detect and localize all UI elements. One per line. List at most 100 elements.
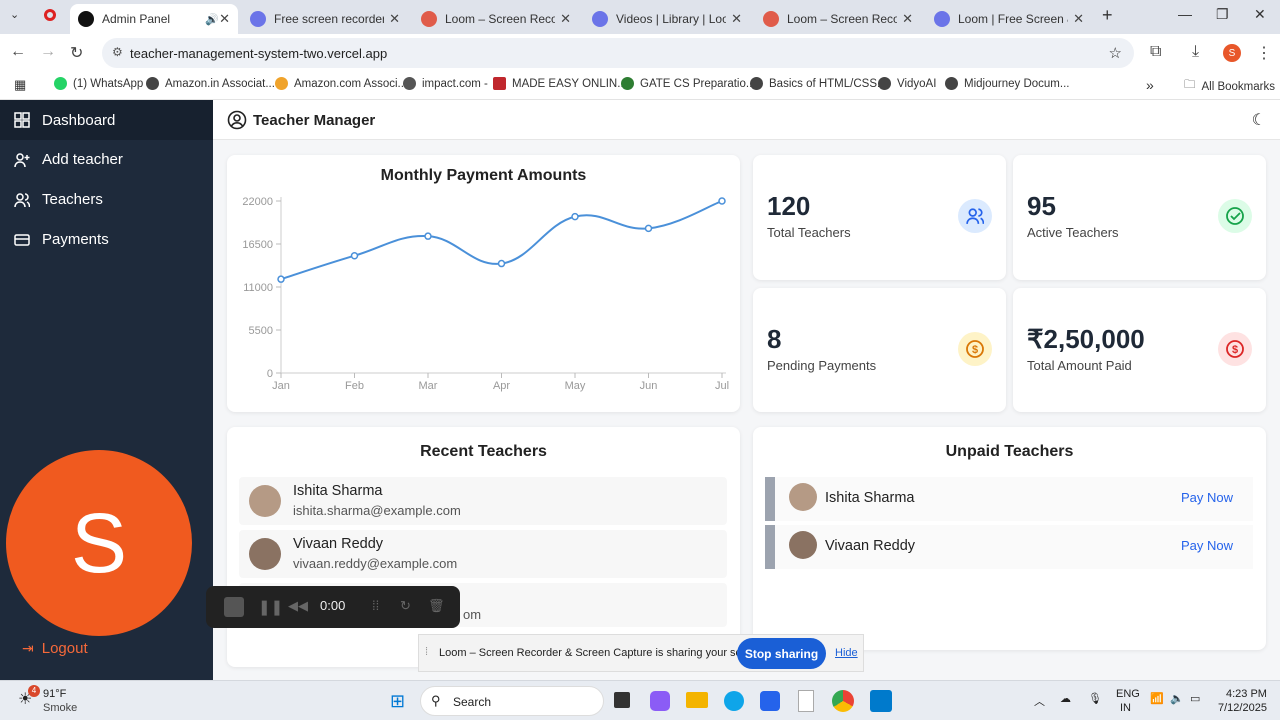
tab-close-icon[interactable]: ✕ xyxy=(1073,11,1084,27)
copilot-icon[interactable] xyxy=(650,691,670,711)
tab-close-icon[interactable]: ✕ xyxy=(902,11,913,27)
new-tab-icon[interactable]: + xyxy=(1102,5,1113,26)
tab-loom-5[interactable]: Loom | Free Screen & Vide ✕ xyxy=(926,4,1092,34)
bookmark-gate-cs[interactable]: GATE CS Preparatio... xyxy=(621,77,755,90)
folder-icon: 🗀 xyxy=(1184,79,1196,91)
payment-line-chart: 0 5500 11000 16500 22000 Jan Feb Mar Apr May Jun Ju… xyxy=(242,196,729,392)
chrome-icon[interactable] xyxy=(832,690,854,712)
audio-icon[interactable]: 🔊 xyxy=(205,13,219,26)
data-point xyxy=(424,232,432,240)
url-field[interactable]: ⚙ teacher-management-system-two.vercel.a… xyxy=(102,38,1134,68)
task-view-icon[interactable] xyxy=(614,692,630,708)
restart-icon[interactable]: ↻ xyxy=(400,598,411,614)
top-bar: Teacher Manager ☾ xyxy=(213,100,1280,140)
notification-badge: 4 xyxy=(28,685,40,697)
list-item[interactable]: Ishita Sharma ishita.sharma@example.com xyxy=(239,477,727,525)
language-primary[interactable]: ENG xyxy=(1116,688,1140,700)
tab-admin-panel[interactable]: Admin Panel 🔊 ✕ xyxy=(70,4,238,34)
pause-icon[interactable]: ❚❚ xyxy=(258,598,283,616)
extensions-icon[interactable]: ⧉ xyxy=(1150,43,1161,61)
tab-favicon-icon xyxy=(592,11,608,27)
clock-time[interactable]: 4:23 PM xyxy=(1226,688,1267,700)
recent-teachers-card: Recent Teachers Ishita Sharma ishita.sha… xyxy=(227,427,740,667)
stop-record-icon[interactable] xyxy=(224,597,244,617)
document-icon[interactable] xyxy=(798,690,814,712)
browser-menu-icon[interactable]: ⋮ xyxy=(1256,43,1272,63)
store-icon[interactable] xyxy=(760,691,780,711)
bookmark-vidyoai[interactable]: VidyoAI xyxy=(878,77,936,90)
bookmark-made-easy[interactable]: MADE EASY ONLIN... xyxy=(493,77,627,90)
cloud-icon[interactable]: ☁ xyxy=(1060,692,1071,705)
window-close-icon[interactable]: ✕ xyxy=(1254,6,1266,23)
gate-icon xyxy=(621,77,634,90)
search-label: Search xyxy=(453,695,492,709)
logout-button[interactable]: ⇥ Logout xyxy=(22,640,88,657)
battery-icon[interactable]: ▭ xyxy=(1190,692,1200,705)
bookmark-impact[interactable]: impact.com - xyxy=(403,77,488,90)
tab-loom-3[interactable]: Videos | Library | Loom ✕ xyxy=(584,4,750,34)
bookmark-whatsapp[interactable]: (1) WhatsApp xyxy=(54,77,143,90)
rewind-icon[interactable]: ◀◀ xyxy=(288,598,308,614)
sidebar-item-add-teacher[interactable]: Add teacher xyxy=(14,151,123,168)
tab-close-icon[interactable]: ✕ xyxy=(560,11,571,27)
tab-search-icon[interactable]: ⌄ xyxy=(10,8,19,21)
share-message: Loom – Screen Recorder & Screen Capture … xyxy=(439,647,767,659)
list-item[interactable]: Vivaan Reddy vivaan.reddy@example.com xyxy=(239,530,727,578)
taskbar-search[interactable]: ⚲ Search xyxy=(420,686,604,716)
reload-icon[interactable]: ↻ xyxy=(70,43,83,63)
vscode-icon[interactable] xyxy=(870,690,892,712)
stop-sharing-button[interactable]: Stop sharing xyxy=(737,638,826,669)
data-point xyxy=(718,197,726,205)
clock-date[interactable]: 7/12/2025 xyxy=(1218,702,1267,714)
bookmark-amazon-com[interactable]: Amazon.com Associ... xyxy=(275,77,407,90)
apps-grid-icon[interactable]: ▦ xyxy=(14,77,26,93)
y-tick-label: 11000 xyxy=(243,282,273,294)
bookmark-amazon-in[interactable]: Amazon.in Associat... xyxy=(146,77,275,90)
profile-avatar[interactable]: S xyxy=(1223,44,1241,62)
unpaid-teachers-card: Unpaid Teachers Ishita Sharma Pay Now Vi… xyxy=(753,427,1266,650)
bookmark-midjourney[interactable]: Midjourney Docum... xyxy=(945,77,1069,90)
hide-button[interactable]: Hide xyxy=(835,647,858,659)
bookmarks-overflow-icon[interactable]: » xyxy=(1146,77,1154,93)
dark-mode-toggle-icon[interactable]: ☾ xyxy=(1252,110,1266,130)
sidebar-item-teachers[interactable]: Teachers xyxy=(14,191,103,208)
tab-close-icon[interactable]: ✕ xyxy=(731,11,742,27)
sidebar-item-payments[interactable]: Payments xyxy=(14,231,109,248)
all-bookmarks[interactable]: 🗀 All Bookmarks xyxy=(1184,77,1275,96)
forward-icon[interactable]: → xyxy=(40,43,56,61)
downloads-icon[interactable]: ⤓ xyxy=(1192,43,1199,61)
restore-icon[interactable]: ❐ xyxy=(1216,6,1229,23)
site-info-icon[interactable]: ⚙ xyxy=(112,45,123,59)
drag-handle-icon[interactable]: ⁞ xyxy=(425,646,428,658)
microphone-icon[interactable]: 🎙 xyxy=(1088,692,1102,705)
trash-icon[interactable]: 🗑 xyxy=(428,598,445,614)
bookmark-star-icon[interactable]: ☆ xyxy=(1109,44,1122,62)
recording-indicator-icon[interactable] xyxy=(44,9,56,21)
users-icon xyxy=(14,192,30,207)
tray-chevron-icon[interactable]: ︿ xyxy=(1034,693,1045,709)
tab-close-icon[interactable]: ✕ xyxy=(219,11,230,27)
pay-now-button[interactable]: Pay Now xyxy=(1181,490,1233,505)
minimize-icon[interactable]: — xyxy=(1178,6,1192,22)
tab-loom-2[interactable]: Loom – Screen Recorder & S ✕ xyxy=(413,4,579,34)
windows-start-icon[interactable]: ⊞ xyxy=(390,691,405,712)
bookmark-label: Basics of HTML/CSS... xyxy=(769,77,887,90)
sidebar-item-dashboard[interactable]: Dashboard xyxy=(0,100,213,140)
sidebar-item-label: Dashboard xyxy=(42,111,116,129)
file-explorer-icon[interactable] xyxy=(686,692,708,708)
pay-now-button[interactable]: Pay Now xyxy=(1181,538,1233,553)
user-avatar[interactable]: S xyxy=(6,450,192,636)
tab-close-icon[interactable]: ✕ xyxy=(389,11,400,27)
edge-icon[interactable] xyxy=(724,691,744,711)
grid-icon[interactable]: ⁞⁞ xyxy=(372,598,379,613)
tab-loom-1[interactable]: Free screen recorder for M ✕ xyxy=(242,4,408,34)
wifi-icon[interactable]: 📶 xyxy=(1150,692,1164,705)
y-tick-label: 0 xyxy=(267,368,273,380)
back-icon[interactable]: ← xyxy=(10,43,26,61)
dashboard-icon xyxy=(14,112,30,128)
volume-icon[interactable]: 🔈 xyxy=(1170,692,1184,705)
bookmark-html-css[interactable]: Basics of HTML/CSS... xyxy=(750,77,887,90)
credit-card-icon xyxy=(14,233,30,246)
tab-loom-4[interactable]: Loom – Screen Recorder & S ✕ xyxy=(755,4,921,34)
data-point xyxy=(350,251,359,260)
